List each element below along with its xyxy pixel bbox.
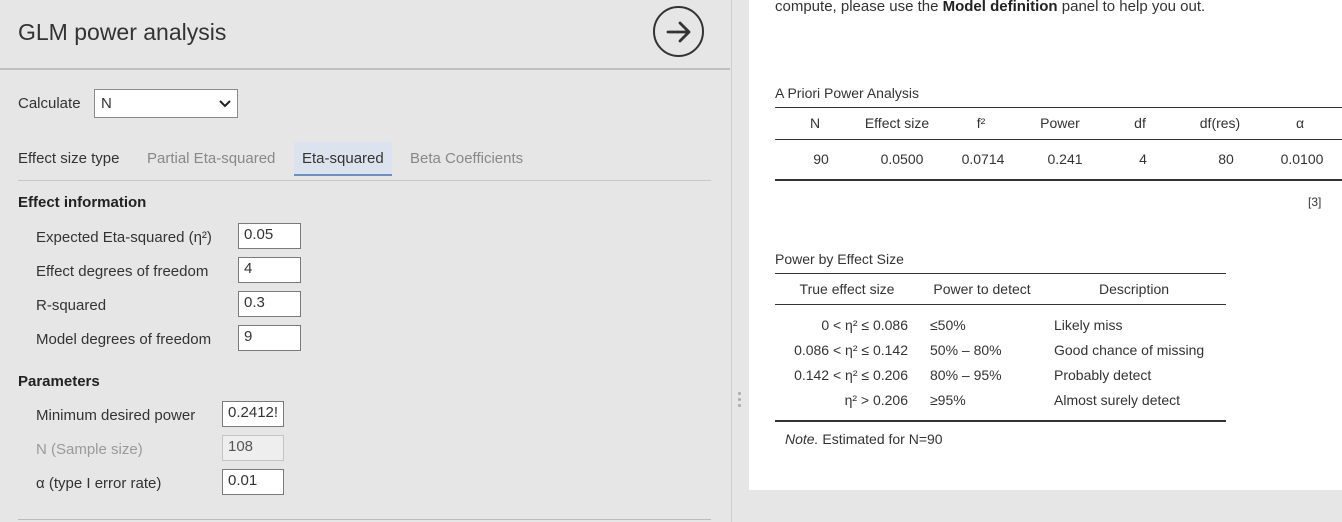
note-label: Note. (785, 431, 819, 447)
effect-header: Power to detect (933, 281, 1031, 297)
r-squared-input[interactable]: 0.3 (238, 291, 301, 317)
sample-size-input: 108 (222, 435, 284, 461)
effect-df-input[interactable]: 4 (238, 257, 301, 283)
effect-bottom-rule (775, 420, 1226, 422)
min-power-label: Minimum desired power (36, 407, 196, 424)
effect-df-label: Effect degrees of freedom (36, 263, 209, 280)
apriori-cell: 80 (1218, 151, 1234, 167)
effect-size-range: η² > 0.206 (844, 392, 908, 408)
power-to-detect: ≤50% (930, 317, 966, 333)
effect-header: Description (1098, 281, 1170, 297)
sample-size-label: N (Sample size) (36, 441, 143, 458)
apriori-header: α (1295, 115, 1305, 131)
effect-top-rule (775, 273, 1226, 274)
model-df-input[interactable]: 9 (238, 325, 301, 351)
apriori-cell: 0.0500 (880, 151, 924, 167)
effect-description: Probably detect (1054, 367, 1152, 383)
options-panel: GLM power analysis Calculate N Effect si… (0, 0, 730, 522)
tabs-divider (18, 180, 711, 181)
min-power-input[interactable]: 0.2412! (222, 401, 284, 427)
tab-eta-squared[interactable]: Eta-squared (294, 142, 392, 176)
model-df-label: Model degrees of freedom (36, 331, 212, 348)
power-to-detect: ≥95% (930, 392, 966, 408)
r-squared-label: R-squared (36, 297, 107, 314)
apriori-header: Effect size (864, 115, 930, 131)
tab-partial-eta-squared[interactable]: Partial Eta-squared (147, 150, 275, 167)
effect-description: Almost surely detect (1054, 392, 1181, 408)
results-panel: compute, please use the Model definition… (749, 0, 1342, 490)
apriori-bottom-rule (775, 179, 1342, 181)
table-note: Note. Estimated for N=90 (785, 431, 943, 447)
results-panel-footer (749, 490, 1342, 522)
effect-description: Good chance of missing (1054, 342, 1205, 358)
power-to-detect: 80% – 95% (930, 367, 1002, 383)
expected-eta-squared-label: Expected Eta-squared (η²) (36, 229, 212, 246)
effect-size-type-label: Effect size type (18, 150, 120, 167)
effect-information-heading: Effect information (18, 194, 147, 211)
apriori-table-title: A Priori Power Analysis (775, 85, 919, 101)
intro-text-end: panel to help you out. (1057, 0, 1206, 15)
run-arrow-button[interactable] (653, 6, 704, 57)
alpha-label: α (type I error rate) (36, 475, 162, 492)
panel-splitter[interactable] (731, 0, 747, 522)
intro-text: compute, please use the (775, 0, 943, 15)
bottom-divider (18, 519, 711, 520)
effect-description: Likely miss (1054, 317, 1123, 333)
effect-size-range: 0.142 < η² ≤ 0.206 (794, 367, 908, 383)
calculate-label: Calculate (18, 95, 81, 112)
apriori-header: Power (1040, 115, 1080, 131)
intro-bold-text: Model definition (942, 0, 1058, 15)
apriori-cell: 0.241 (1047, 151, 1083, 167)
panel-title: GLM power analysis (18, 19, 227, 45)
apriori-cell: 4 (1139, 151, 1147, 167)
apriori-footnote: [3] (1308, 195, 1322, 209)
note-text: Estimated for N=90 (818, 431, 943, 447)
apriori-header-rule (775, 139, 1342, 140)
power-by-effect-title: Power by Effect Size (775, 251, 904, 267)
title-divider (0, 68, 730, 70)
splitter-grip-icon (738, 392, 742, 410)
apriori-header: f² (976, 115, 986, 131)
chevron-down-icon (219, 99, 231, 107)
apriori-cell: 0.0100 (1280, 151, 1324, 167)
apriori-header: N (809, 115, 821, 131)
effect-size-range: 0.086 < η² ≤ 0.142 (794, 342, 908, 358)
apriori-top-rule (775, 107, 1342, 108)
arrow-right-icon (666, 21, 690, 42)
tab-beta-coefficients[interactable]: Beta Coefficients (410, 150, 523, 167)
effect-header-rule (775, 304, 1226, 305)
power-to-detect: 50% – 80% (930, 342, 1002, 358)
results-intro: compute, please use the Model definition… (775, 0, 1205, 15)
apriori-header: df (1134, 115, 1146, 131)
apriori-header: df(res) (1199, 115, 1241, 131)
expected-eta-squared-input[interactable]: 0.05 (238, 223, 301, 249)
effect-size-range: 0 < η² ≤ 0.086 (821, 317, 908, 333)
calculate-select-value: N (101, 95, 112, 112)
alpha-input[interactable]: 0.01 (222, 469, 284, 495)
effect-header: True effect size (799, 281, 895, 297)
apriori-cell: 0.0714 (961, 151, 1005, 167)
apriori-cell: 90 (813, 151, 829, 167)
parameters-heading: Parameters (18, 373, 100, 390)
calculate-select[interactable]: N (94, 89, 238, 118)
